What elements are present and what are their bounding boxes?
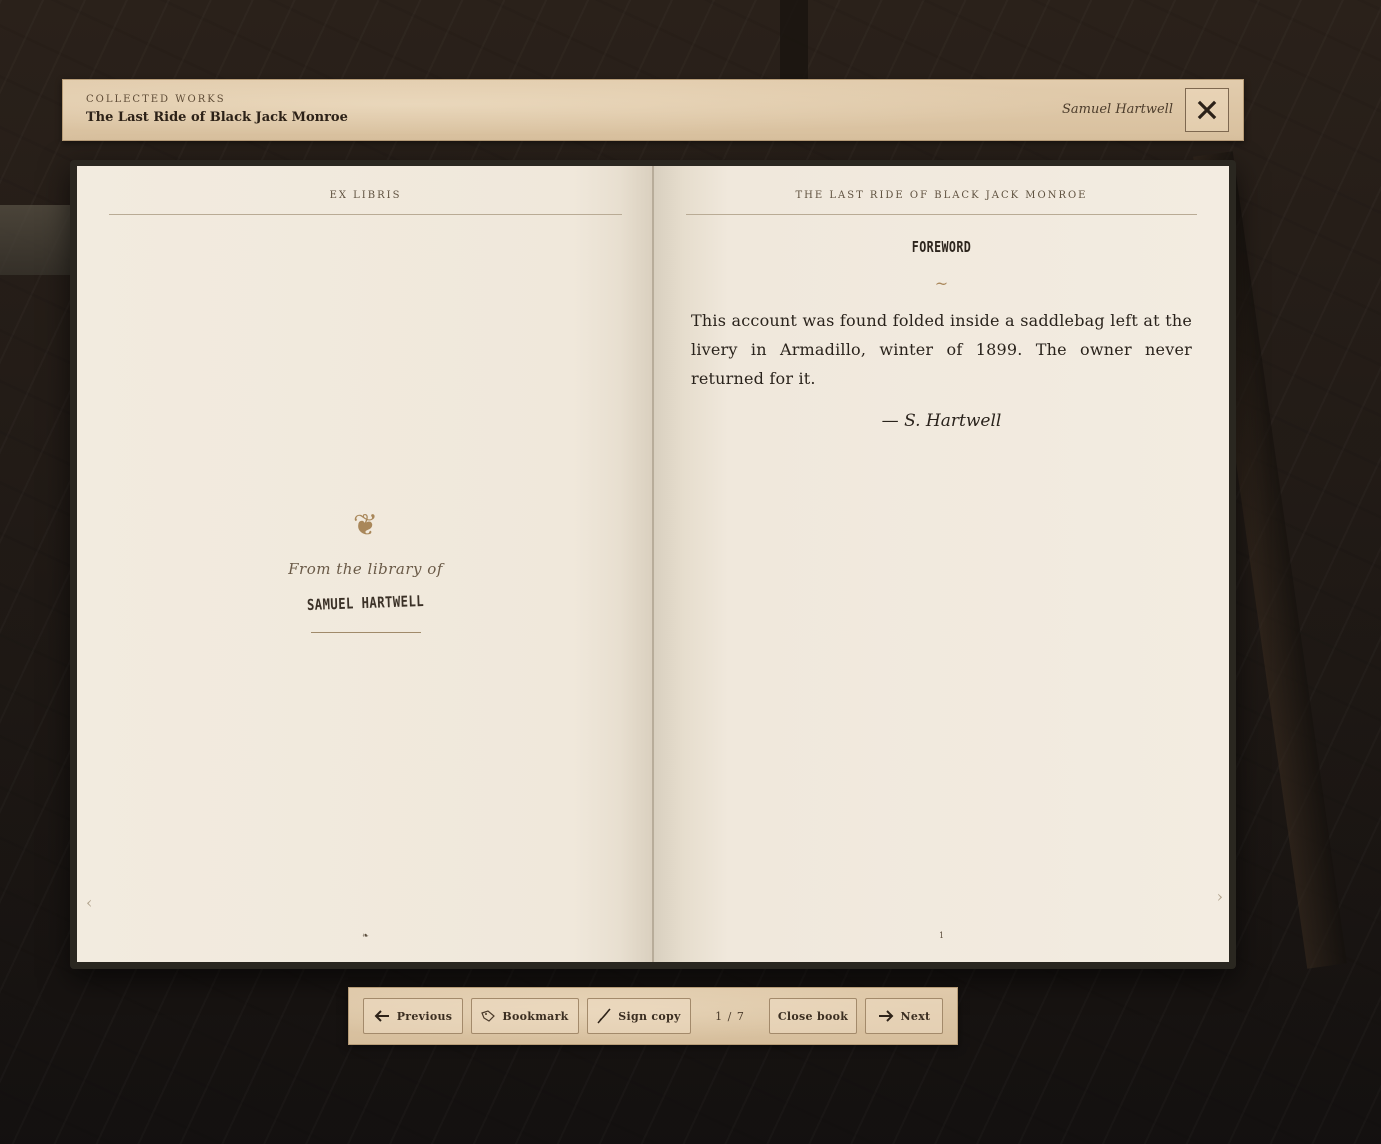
page-counter: 1 / 7 bbox=[715, 1009, 745, 1023]
close-button[interactable] bbox=[1185, 88, 1229, 132]
arrow-right-icon bbox=[878, 1010, 894, 1022]
sign-copy-label: Sign copy bbox=[618, 1009, 681, 1023]
quill-pen-icon bbox=[597, 1008, 611, 1024]
open-book: EX LIBRIS ❦ From the library of SAMUEL H… bbox=[70, 160, 1236, 969]
sign-copy-button[interactable]: Sign copy bbox=[587, 998, 691, 1034]
right-folio: 1 bbox=[938, 931, 945, 940]
bookmark-button[interactable]: Bookmark bbox=[471, 998, 579, 1034]
foreword-signoff: — S. Hartwell bbox=[881, 411, 1002, 431]
library-line: From the library of bbox=[288, 560, 443, 578]
next-button[interactable]: Next bbox=[865, 998, 943, 1034]
book-header: COLLECTED WORKS The Last Ride of Black J… bbox=[62, 79, 1244, 141]
left-folio: ❧ bbox=[362, 931, 369, 940]
next-label: Next bbox=[900, 1009, 931, 1023]
book-title: The Last Ride of Black Jack Monroe bbox=[86, 110, 348, 125]
foreword-body: This account was found folded inside a s… bbox=[691, 311, 1192, 388]
ex-libris-plate: ❦ From the library of SAMUEL HARTWELL bbox=[77, 509, 654, 633]
previous-label: Previous bbox=[396, 1009, 453, 1023]
ex-libris-rule bbox=[310, 632, 421, 633]
header-kicker: COLLECTED WORKS bbox=[86, 94, 226, 105]
chapter-title: FOREWORD bbox=[911, 238, 972, 256]
background-post bbox=[780, 0, 808, 80]
bookmark-label: Bookmark bbox=[502, 1009, 569, 1023]
close-x-icon bbox=[1197, 100, 1217, 120]
bookmark-tag-icon bbox=[481, 1010, 496, 1022]
background-ledge bbox=[0, 205, 72, 275]
close-book-button[interactable]: Close book bbox=[769, 998, 857, 1034]
previous-page-arrow-icon[interactable]: ‹ bbox=[86, 893, 92, 912]
left-head-rule bbox=[109, 214, 622, 215]
owner-name: SAMUEL HARTWELL bbox=[306, 591, 425, 615]
right-page: THE LAST RIDE OF BLACK JACK MONROE FOREW… bbox=[654, 166, 1229, 962]
right-head-rule bbox=[686, 214, 1197, 215]
right-running-head: THE LAST RIDE OF BLACK JACK MONROE bbox=[795, 190, 1088, 201]
tilde-ornament-icon: ~ bbox=[934, 274, 949, 293]
arrow-left-icon bbox=[374, 1010, 390, 1022]
next-page-arrow-icon[interactable]: › bbox=[1217, 887, 1223, 906]
left-page: EX LIBRIS ❦ From the library of SAMUEL H… bbox=[77, 166, 654, 962]
left-running-head: EX LIBRIS bbox=[329, 190, 402, 201]
header-author: Samuel Hartwell bbox=[1061, 102, 1173, 117]
close-book-label: Close book bbox=[777, 1009, 849, 1023]
previous-button[interactable]: Previous bbox=[363, 998, 463, 1034]
reader-toolbar: Previous Bookmark Sign copy 1 / 7 Close … bbox=[348, 987, 958, 1045]
fleuron-icon: ❦ bbox=[352, 508, 379, 543]
